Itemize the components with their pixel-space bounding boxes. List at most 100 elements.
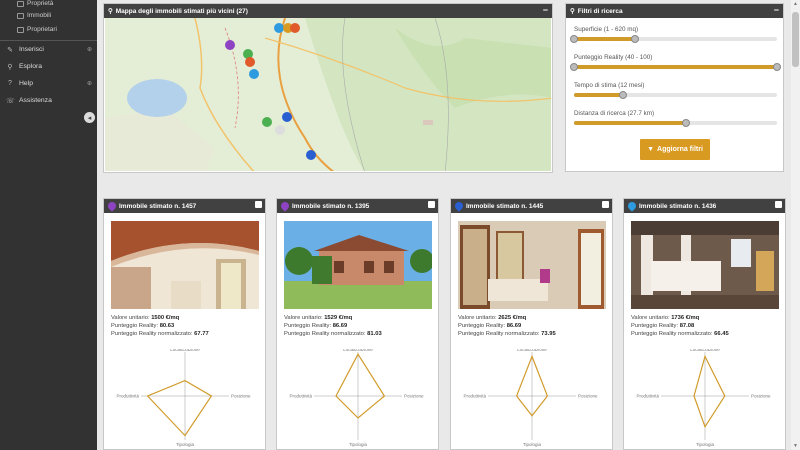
unit-value-label: Valore unitario:: [631, 315, 670, 321]
sidebar-subitem-proprieta[interactable]: Proprietà: [17, 0, 53, 7]
minimize-button[interactable]: −: [774, 4, 779, 16]
property-photo[interactable]: [111, 221, 259, 309]
radar-axis-label: Localizzazione: [170, 349, 200, 352]
sidebar-item-label: Inserisci: [19, 46, 44, 53]
sidebar-item-help[interactable]: ? Help ⊕: [0, 75, 97, 92]
radar-shape: [693, 354, 726, 429]
map-pin[interactable]: [262, 117, 272, 127]
radar-chart: Localizzazione Posizione Tipologia Produtti…: [463, 349, 598, 447]
map-pin[interactable]: [245, 57, 255, 67]
slider-track[interactable]: [574, 91, 777, 99]
slider-handle[interactable]: [630, 35, 639, 43]
unit-value-label: Valore unitario:: [111, 315, 150, 321]
sidebar-subitem-immobili[interactable]: Immobili: [17, 12, 51, 19]
select-checkbox[interactable]: [428, 201, 435, 208]
property-photo[interactable]: [631, 221, 779, 309]
update-filters-button[interactable]: ▼ Aggiorna filtri: [640, 139, 710, 160]
page-scrollbar[interactable]: ▲ ▼: [791, 0, 800, 450]
building-icon: [17, 0, 24, 7]
filter-icon: ▼: [647, 146, 655, 153]
minimize-button[interactable]: −: [543, 4, 548, 16]
card-title: Immobile stimato n. 1457: [119, 202, 197, 210]
radar-axis-label: Produttività: [636, 394, 659, 399]
slider-handle-low[interactable]: [570, 63, 578, 71]
map-pin[interactable]: [290, 23, 300, 33]
scroll-thumb[interactable]: [792, 12, 799, 67]
card-title: Immobile stimato n. 1436: [639, 202, 717, 210]
card-title: Immobile stimato n. 1395: [292, 202, 370, 210]
card-header: Immobile stimato n. 1395: [277, 199, 438, 213]
score-value: 80.63: [159, 323, 175, 329]
phone-icon: ☏: [6, 97, 15, 105]
card-header: Immobile stimato n. 1445: [451, 199, 612, 213]
normalized-score-label: Punteggio Reality normalizzato:: [458, 331, 540, 337]
radar-axis-label: Posizione: [231, 394, 251, 399]
sidebar-item-inserisci[interactable]: ✎ Inserisci ⊕: [0, 41, 97, 58]
slider-handle[interactable]: [773, 63, 781, 71]
property-photo[interactable]: [458, 221, 606, 309]
select-checkbox[interactable]: [775, 201, 782, 208]
normalized-score-value: 67.77: [194, 331, 209, 337]
unit-value: 1736 €/mq: [671, 315, 700, 321]
normalized-score-label: Punteggio Reality normalizzato:: [631, 331, 713, 337]
map-pin[interactable]: [274, 23, 284, 33]
building-icon: [17, 26, 24, 33]
score-label: Punteggio Reality:: [111, 323, 159, 329]
sidebar-item-label: Assistenza: [19, 97, 52, 104]
property-card: Immobile stimato n. 1445 Valore unitario:…: [450, 198, 613, 450]
unit-value-label: Valore unitario:: [458, 315, 497, 321]
filter-slider-row: Superficie (1 - 620 mq): [570, 26, 777, 43]
normalized-score-label: Punteggio Reality normalizzato:: [284, 331, 366, 337]
slider-track[interactable]: [570, 63, 781, 71]
unit-value-label: Valore unitario:: [284, 315, 323, 321]
filters-panel-title: Filtri di ricerca: [577, 7, 623, 15]
map-pin[interactable]: [306, 150, 316, 160]
map-marker-icon: [626, 200, 638, 212]
update-filters-label: Aggiorna filtri: [657, 146, 703, 153]
score-value: 86.69: [506, 323, 522, 329]
slider-handle-low[interactable]: [570, 35, 578, 43]
score-value: 86.69: [332, 323, 348, 329]
select-checkbox[interactable]: [255, 201, 262, 208]
scroll-up-icon[interactable]: ▲: [791, 0, 800, 8]
sidebar: Proprietà Immobili Proprietari ✎ Inseris…: [0, 0, 97, 450]
radar-axis-label: Produttività: [463, 394, 486, 399]
filter-slider-row: Tempo di stima (12 mesi): [574, 82, 777, 99]
unit-value: 1529 €/mq: [324, 315, 353, 321]
property-card: Immobile stimato n. 1457 Valore unitario:…: [103, 198, 266, 450]
slider-handle[interactable]: [681, 119, 690, 127]
unit-value: 1500 €/mq: [151, 315, 180, 321]
map-pin[interactable]: [282, 112, 292, 122]
card-header: Immobile stimato n. 1436: [624, 199, 785, 213]
collapse-sidebar-button[interactable]: ◂: [84, 112, 95, 123]
radar-axis-label: Localizzazione: [343, 349, 373, 352]
building-icon: [17, 12, 24, 19]
filter-label: Superficie (1 - 620 mq): [574, 26, 639, 33]
slider-fill: [574, 65, 777, 69]
sidebar-item-esplora[interactable]: ⚲ Esplora: [0, 58, 97, 75]
filter-slider-row: Punteggio Reality (40 - 100): [570, 54, 781, 71]
normalized-score-value: 66.45: [714, 331, 729, 337]
map-pin[interactable]: [275, 125, 285, 135]
sidebar-subitem-proprietari[interactable]: Proprietari: [17, 26, 57, 33]
slider-fill: [574, 37, 635, 41]
radar-chart: Localizzazione Posizione Tipologia Produtti…: [636, 349, 771, 447]
scroll-down-icon[interactable]: ▼: [791, 442, 800, 450]
property-photo[interactable]: [284, 221, 432, 309]
radar-axis-label: Tipologia: [349, 442, 368, 447]
sidebar-item-assistenza[interactable]: ☏ Assistenza: [0, 92, 97, 109]
expand-icon: ⊕: [86, 47, 92, 53]
map-view[interactable]: [105, 18, 551, 171]
map-canvas: [105, 18, 551, 171]
map-pin[interactable]: [225, 40, 235, 50]
slider-track[interactable]: [574, 119, 777, 127]
card-info: Valore unitario: 1529 €/mq Punteggio Real…: [284, 314, 382, 338]
slider-handle[interactable]: [618, 91, 627, 99]
slider-track[interactable]: [570, 35, 777, 43]
radar-chart: Localizzazione Posizione Tipologia Produtti…: [289, 349, 424, 447]
slider-fill: [574, 93, 623, 97]
map-pin[interactable]: [249, 69, 259, 79]
radar-axis-label: Posizione: [751, 394, 771, 399]
select-checkbox[interactable]: [602, 201, 609, 208]
radar-axis-label: Tipologia: [523, 442, 542, 447]
